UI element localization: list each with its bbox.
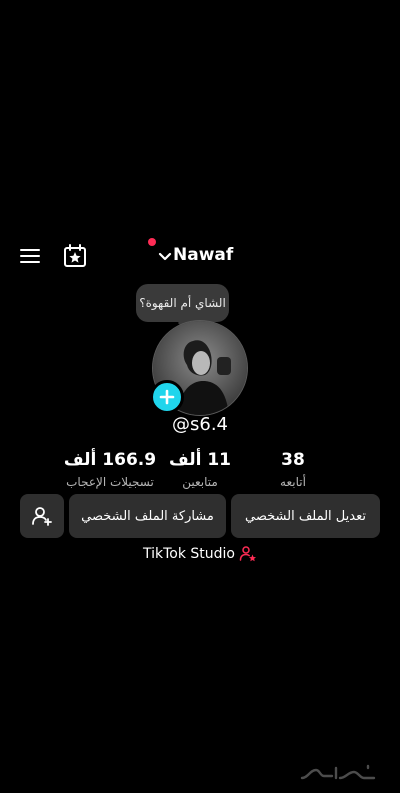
menu-icon[interactable]: [18, 245, 44, 267]
add-friends-button[interactable]: [20, 494, 64, 538]
add-user-icon: [32, 507, 52, 526]
tiktok-studio-link[interactable]: TikTok Studio: [0, 543, 400, 565]
plus-icon: [159, 389, 175, 405]
calendar-star-icon[interactable]: [62, 243, 88, 269]
account-username[interactable]: Nawaf: [173, 242, 233, 268]
chevron-down-icon[interactable]: [158, 248, 172, 261]
share-profile-button[interactable]: مشاركة الملف الشخصي: [69, 494, 226, 538]
notification-dot: [148, 238, 156, 246]
watermark-logo: [298, 762, 378, 786]
add-story-button[interactable]: [150, 380, 184, 414]
stat-following-label: أتابعه: [280, 475, 306, 489]
profile-handle: @s6.4: [0, 412, 400, 438]
stat-following-value: 38: [281, 450, 305, 470]
edit-profile-button[interactable]: تعديل الملف الشخصي: [231, 494, 380, 538]
note-bubble[interactable]: الشاي أم القهوة؟: [136, 284, 229, 322]
stat-following[interactable]: 38 أتابعه: [238, 449, 348, 491]
creator-icon: [239, 546, 256, 562]
profile-handle-text: @s6.4: [171, 414, 228, 435]
tiktok-studio-label: TikTok Studio: [142, 546, 235, 562]
